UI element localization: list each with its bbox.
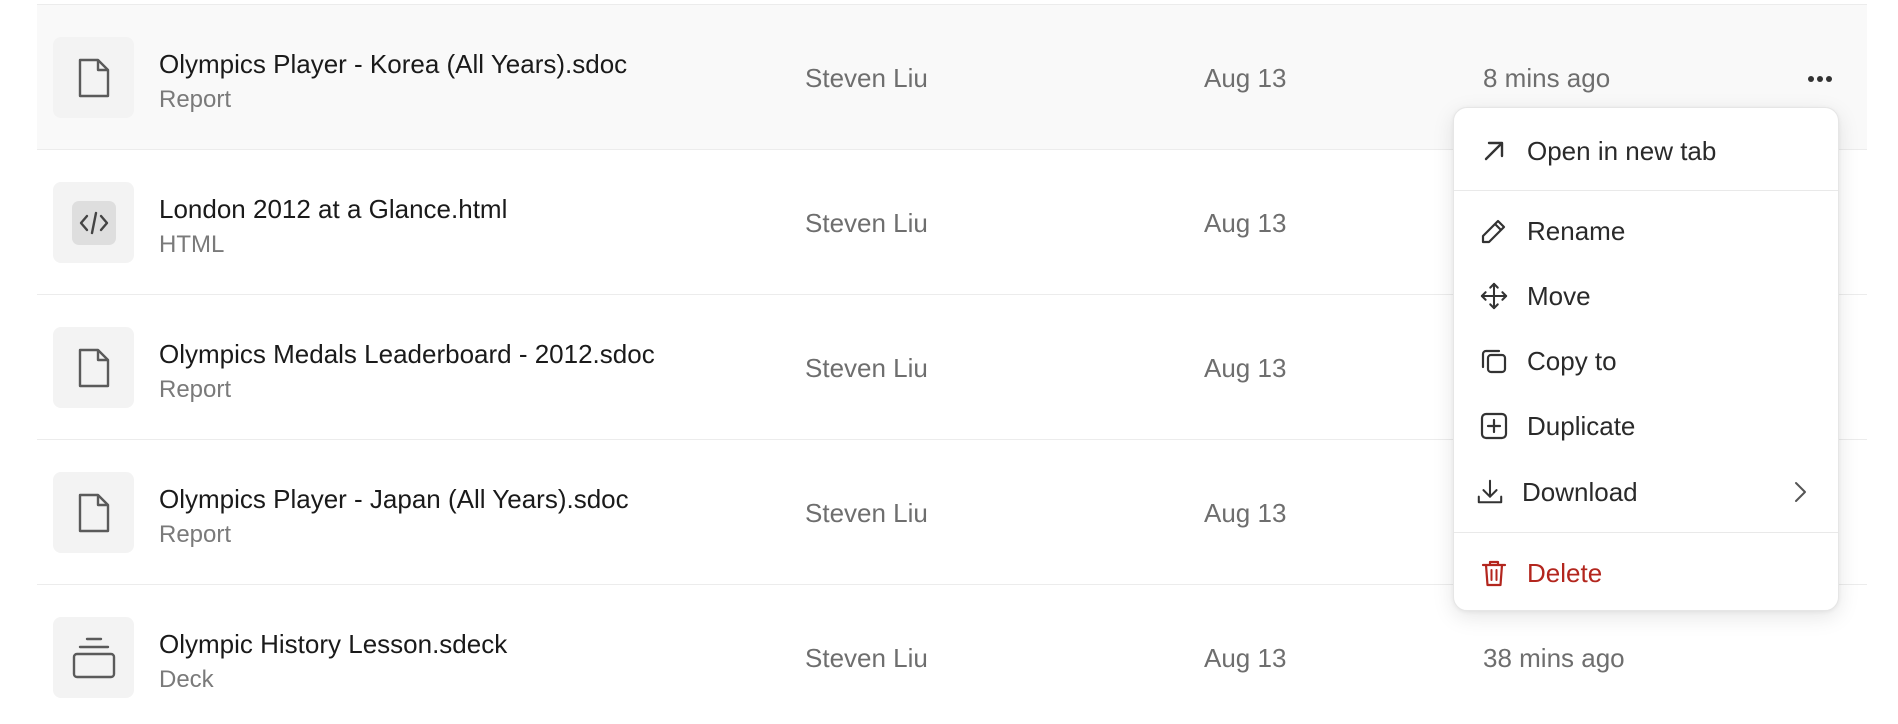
file-thumbnail	[53, 37, 134, 118]
file-browser: Olympics Player - Korea (All Years).sdoc…	[0, 0, 1898, 724]
file-created-date: Aug 13	[1204, 208, 1287, 238]
file-created-date: Aug 13	[1204, 353, 1287, 383]
arrow-up-right-icon	[1480, 137, 1508, 165]
file-thumbnail	[53, 182, 134, 263]
file-owner: Steven Liu	[805, 498, 928, 528]
file-created-date: Aug 13	[1204, 498, 1287, 528]
download-icon	[1476, 478, 1504, 506]
file-name[interactable]: London 2012 at a Glance.html	[159, 194, 507, 224]
menu-item-rename[interactable]: Rename	[1454, 202, 1838, 260]
file-modified-time: 8 mins ago	[1483, 63, 1611, 93]
file-owner: Steven Liu	[805, 63, 928, 93]
document-icon	[77, 347, 111, 389]
file-owner: Steven Liu	[805, 208, 928, 238]
file-type: HTML	[159, 231, 225, 258]
deck-icon	[71, 636, 117, 680]
menu-item-label: Download	[1522, 477, 1638, 507]
more-options-button[interactable]	[1803, 62, 1837, 96]
file-type: Report	[159, 86, 232, 113]
file-owner: Steven Liu	[805, 643, 928, 673]
file-name-block: Olympics Player - Japan (All Years).sdoc…	[159, 484, 629, 550]
trash-icon	[1480, 559, 1508, 587]
file-thumbnail	[53, 617, 134, 698]
file-modified-time: 38 mins ago	[1483, 643, 1625, 673]
file-name-block: Olympics Medals Leaderboard - 2012.sdoc …	[159, 339, 655, 405]
menu-item-label: Delete	[1527, 558, 1603, 588]
document-icon	[77, 492, 111, 534]
move-arrows-icon	[1480, 282, 1508, 310]
menu-divider	[1454, 532, 1838, 533]
menu-item-copy-to[interactable]: Copy to	[1454, 332, 1838, 390]
code-icon	[71, 200, 117, 246]
menu-item-label: Move	[1527, 281, 1591, 311]
file-owner: Steven Liu	[805, 353, 928, 383]
file-name[interactable]: Olympic History Lesson.sdeck	[159, 629, 507, 659]
file-type: Report	[159, 376, 232, 403]
menu-item-open-in-new-tab[interactable]: Open in new tab	[1454, 122, 1838, 180]
file-type: Report	[159, 521, 232, 548]
plus-square-icon	[1480, 412, 1508, 440]
file-thumbnail	[53, 472, 134, 553]
file-thumbnail	[53, 327, 134, 408]
file-name[interactable]: Olympics Player - Japan (All Years).sdoc	[159, 484, 629, 514]
pencil-icon	[1480, 217, 1508, 245]
more-horizontal-icon	[1807, 70, 1833, 88]
chevron-right-icon	[1788, 479, 1812, 505]
file-name[interactable]: Olympics Player - Korea (All Years).sdoc	[159, 49, 627, 79]
menu-item-label: Rename	[1527, 216, 1626, 246]
menu-item-label: Open in new tab	[1527, 136, 1717, 166]
document-icon	[77, 57, 111, 99]
menu-item-label: Copy to	[1527, 346, 1617, 376]
menu-item-move[interactable]: Move	[1454, 267, 1838, 325]
file-created-date: Aug 13	[1204, 643, 1287, 673]
menu-item-label: Duplicate	[1527, 411, 1636, 441]
file-type: Deck	[159, 666, 214, 693]
copy-icon	[1480, 347, 1508, 375]
file-created-date: Aug 13	[1204, 63, 1287, 93]
file-name-block: Olympic History Lesson.sdeck Deck	[159, 629, 507, 695]
menu-divider	[1454, 190, 1838, 191]
file-name-block: London 2012 at a Glance.html HTML	[159, 194, 507, 260]
menu-item-duplicate[interactable]: Duplicate	[1454, 397, 1838, 455]
file-name-block: Olympics Player - Korea (All Years).sdoc…	[159, 49, 627, 115]
file-name[interactable]: Olympics Medals Leaderboard - 2012.sdoc	[159, 339, 655, 369]
context-menu: Open in new tab Rename Move Copy to Dupl…	[1453, 107, 1839, 611]
menu-item-delete[interactable]: Delete	[1454, 544, 1838, 602]
menu-item-download[interactable]: Download	[1454, 463, 1838, 521]
